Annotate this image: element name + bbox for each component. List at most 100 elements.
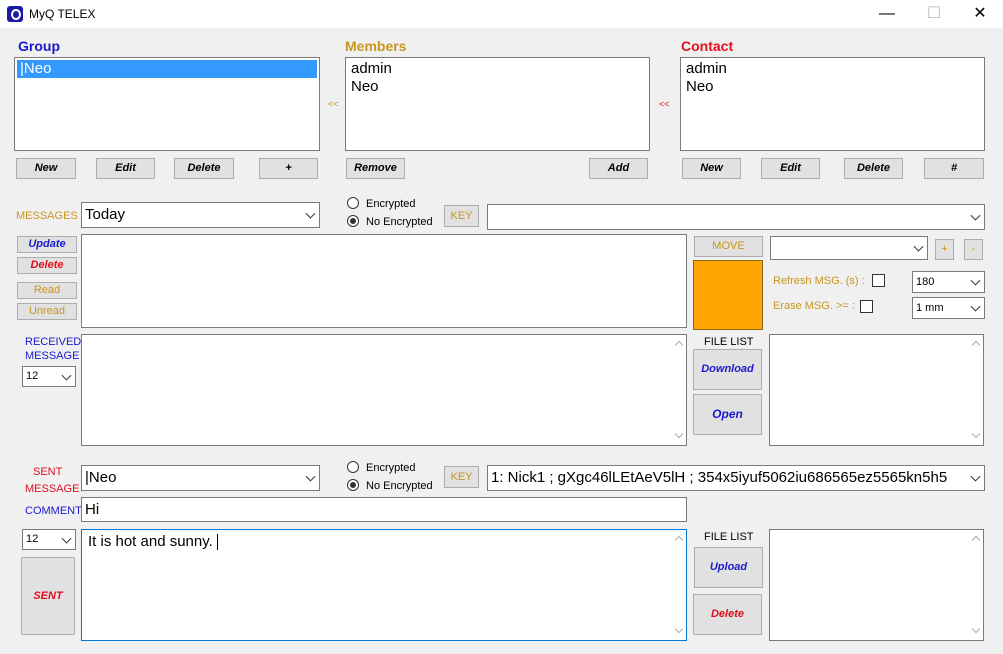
group-edit-button[interactable]: Edit <box>96 158 155 179</box>
members-list-item[interactable]: admin <box>348 60 647 78</box>
move-button[interactable]: MOVE <box>694 236 763 257</box>
contact-list-item[interactable]: Neo <box>683 78 982 96</box>
sent-key-select[interactable]: 1: Nick1 ; gXgc46lLEtAeV5lH ; 354x5iyuf5… <box>487 465 985 491</box>
window-title: MyQ TELEX <box>29 7 96 21</box>
read-button[interactable]: Read <box>17 282 77 299</box>
group-delete-button[interactable]: Delete <box>174 158 234 179</box>
scroll-up-icon[interactable] <box>971 535 981 545</box>
delete-messages-button[interactable]: Delete <box>17 257 77 274</box>
refresh-interval-select[interactable]: 180 <box>912 271 985 293</box>
erase-label: Erase MSG. >= : <box>773 300 855 312</box>
sent-file-delete-button[interactable]: Delete <box>693 594 762 635</box>
sent-font-size-select[interactable]: 12 <box>22 529 76 550</box>
sent-label-line1: SENT <box>33 466 63 478</box>
erase-checkbox[interactable] <box>860 300 873 313</box>
minus-button[interactable]: - <box>964 239 983 260</box>
sent-recipient-value: |Neo <box>85 469 117 486</box>
received-file-list[interactable] <box>769 334 984 446</box>
sent-file-list-label: FILE LIST <box>704 531 754 543</box>
messages-encrypted-radio[interactable] <box>347 197 359 209</box>
minimize-button[interactable]: — <box>864 0 910 28</box>
comment-input[interactable]: Hi <box>81 497 687 522</box>
group-list[interactable]: |Neo <box>14 57 320 151</box>
group-list-item[interactable]: |Neo <box>17 60 317 78</box>
scroll-down-icon[interactable] <box>971 624 981 634</box>
contact-new-button[interactable]: New <box>682 158 741 179</box>
messages-no-encrypted-radio[interactable] <box>347 215 359 227</box>
title-bar: MyQ TELEX — ☐ ✕ <box>0 0 1003 28</box>
received-file-list-label: FILE LIST <box>704 336 754 348</box>
group-title: Group <box>18 38 60 54</box>
contact-arrow[interactable]: << <box>659 99 670 109</box>
chevron-down-icon <box>305 208 316 219</box>
sent-encrypted-radio[interactable] <box>347 461 359 473</box>
messages-label: MESSAGES <box>16 210 78 222</box>
members-list-item[interactable]: Neo <box>348 78 647 96</box>
chevron-down-icon <box>61 533 72 544</box>
erase-period-select[interactable]: 1 mm <box>912 297 985 319</box>
chevron-down-icon <box>970 471 981 482</box>
messages-encrypted-label: Encrypted <box>366 198 416 210</box>
plus-button[interactable]: + <box>935 239 954 260</box>
messages-period-value: Today <box>85 206 126 223</box>
members-add-button[interactable]: Add <box>589 158 648 179</box>
comment-label: COMMENT <box>25 505 82 517</box>
messages-period-select[interactable]: Today <box>81 202 320 228</box>
close-button[interactable]: ✕ <box>957 0 1003 28</box>
scroll-down-icon[interactable] <box>674 624 684 634</box>
scroll-down-icon[interactable] <box>971 429 981 439</box>
chevron-down-icon <box>970 301 981 312</box>
received-label-line2: MESSAGE <box>25 350 80 362</box>
scroll-up-icon[interactable] <box>674 340 684 350</box>
chevron-down-icon <box>913 241 924 252</box>
send-button[interactable]: SENT <box>21 557 75 635</box>
open-button[interactable]: Open <box>693 394 762 435</box>
refresh-checkbox[interactable] <box>872 274 885 287</box>
sent-label-line2: MESSAGE <box>25 483 80 495</box>
members-list[interactable]: admin Neo <box>345 57 650 151</box>
upload-button[interactable]: Upload <box>694 547 763 588</box>
group-plus-button[interactable]: + <box>259 158 318 179</box>
sent-encrypted-label: Encrypted <box>366 462 416 474</box>
erase-period-value: 1 mm <box>916 302 944 314</box>
message-body-text: It is hot and sunny. <box>88 533 213 550</box>
group-new-button[interactable]: New <box>16 158 76 179</box>
contact-edit-button[interactable]: Edit <box>761 158 820 179</box>
refresh-label: Refresh MSG. (s) : <box>773 275 865 287</box>
refresh-interval-value: 180 <box>916 276 935 288</box>
contact-hash-button[interactable]: # <box>924 158 984 179</box>
received-font-size-select[interactable]: 12 <box>22 366 76 387</box>
update-button[interactable]: Update <box>17 236 77 253</box>
contact-list[interactable]: admin Neo <box>680 57 985 151</box>
move-target-select[interactable] <box>770 236 928 260</box>
messages-key-select[interactable] <box>487 204 985 230</box>
unread-button[interactable]: Unread <box>17 303 77 320</box>
sent-recipient-select[interactable]: |Neo <box>81 465 320 491</box>
received-label-line1: RECEIVED <box>25 336 82 348</box>
sent-no-encrypted-label: No Encrypted <box>366 480 433 492</box>
sent-file-list[interactable] <box>769 529 984 641</box>
contact-delete-button[interactable]: Delete <box>844 158 903 179</box>
messages-key-button[interactable]: KEY <box>444 205 479 227</box>
sent-font-size-value: 12 <box>26 533 39 545</box>
scroll-up-icon[interactable] <box>674 535 684 545</box>
members-title: Members <box>345 38 407 54</box>
chevron-down-icon <box>970 210 981 221</box>
messages-list-box[interactable] <box>81 234 687 328</box>
maximize-button[interactable]: ☐ <box>911 0 957 28</box>
chevron-down-icon <box>305 471 316 482</box>
members-arrow[interactable]: << <box>328 99 339 109</box>
message-body-input[interactable]: It is hot and sunny. <box>81 529 687 641</box>
color-swatch[interactable] <box>693 260 763 330</box>
sent-key-button[interactable]: KEY <box>444 466 479 488</box>
sent-no-encrypted-radio[interactable] <box>347 479 359 491</box>
scroll-down-icon[interactable] <box>674 429 684 439</box>
received-message-box[interactable] <box>81 334 687 446</box>
contact-list-item[interactable]: admin <box>683 60 982 78</box>
text-cursor <box>216 534 218 551</box>
members-remove-button[interactable]: Remove <box>346 158 405 179</box>
messages-no-encrypted-label: No Encrypted <box>366 216 433 228</box>
app-icon <box>7 6 23 22</box>
download-button[interactable]: Download <box>693 349 762 390</box>
scroll-up-icon[interactable] <box>971 340 981 350</box>
